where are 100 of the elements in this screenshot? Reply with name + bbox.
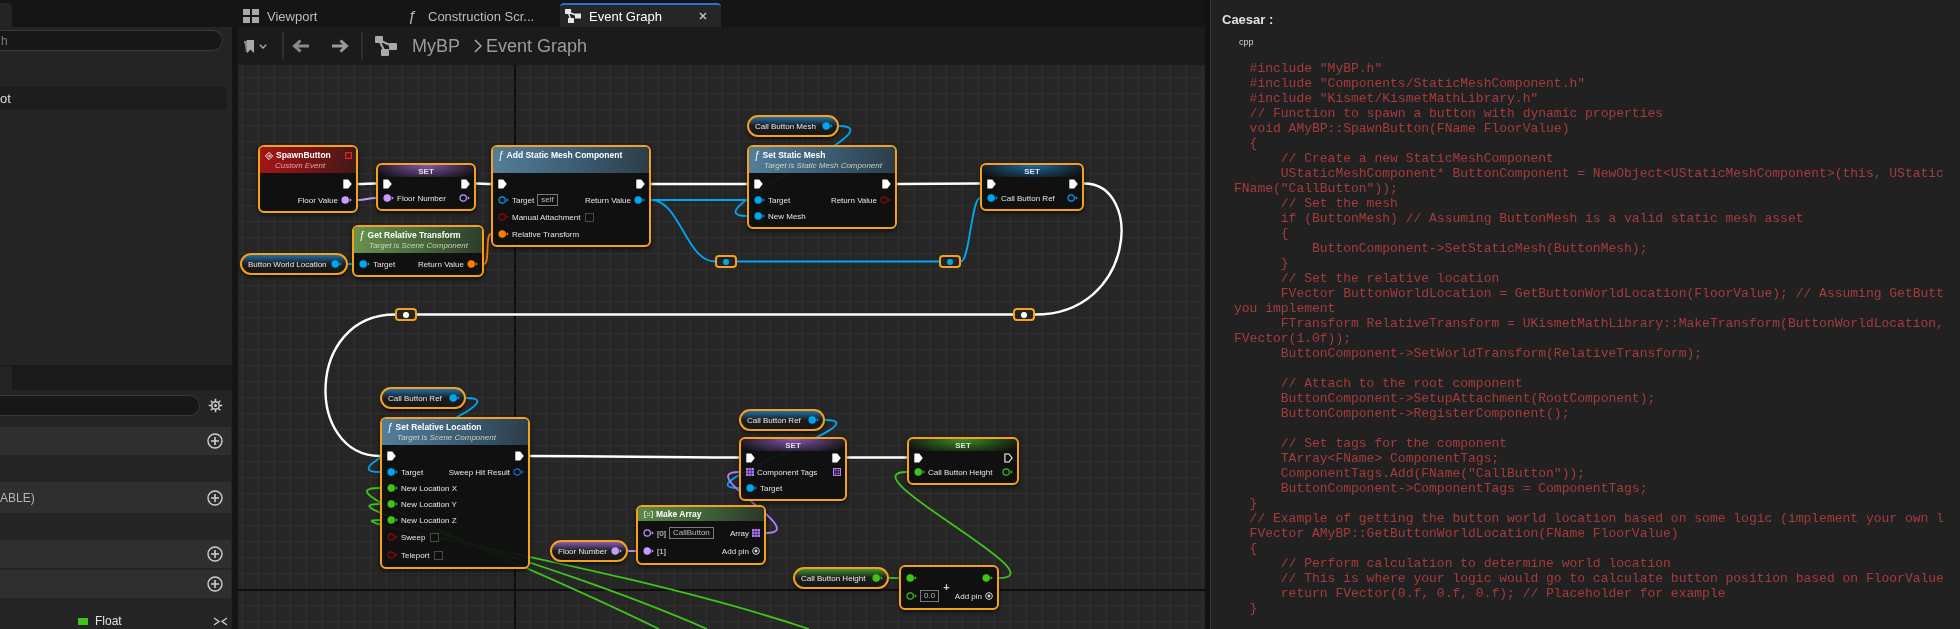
variable-node[interactable]: Call Button Ref <box>380 387 466 409</box>
exec-pin-icon[interactable] <box>461 178 470 189</box>
value-field[interactable]: CallButton <box>668 527 714 539</box>
add-pin-button[interactable]: Add pin <box>954 591 997 601</box>
exec-pin-icon[interactable] <box>746 452 755 463</box>
square-pin-icon[interactable] <box>345 152 352 159</box>
circle-pin-icon[interactable] <box>387 500 398 508</box>
circle-pin-icon[interactable] <box>746 484 757 492</box>
exec-pin-icon[interactable] <box>383 178 392 189</box>
set-node[interactable]: SET Call Button Ref <box>980 163 1084 211</box>
right-arrow-icon[interactable] <box>331 39 349 53</box>
grid-pin-icon[interactable] <box>833 468 841 476</box>
circle-pin-icon[interactable] <box>987 194 998 202</box>
variable-node[interactable]: Floor Number <box>550 540 628 562</box>
bookmark-button[interactable] <box>244 38 267 54</box>
editor-tab[interactable]: Viewport <box>238 3 399 27</box>
exec-pin-icon[interactable] <box>515 451 524 461</box>
value-field[interactable]: self <box>537 194 558 206</box>
circle-pin-icon[interactable] <box>914 468 925 476</box>
circle-pin-icon[interactable] <box>643 529 654 537</box>
circle-pin-icon[interactable] <box>822 122 833 130</box>
exec-pin-icon[interactable] <box>882 179 891 189</box>
grid-pin-icon[interactable] <box>752 529 760 537</box>
circle-pin-icon[interactable] <box>498 230 509 238</box>
make-array-node[interactable]: Make Array [0] CallButton Array [1] Add pin <box>636 505 766 565</box>
circle-pin-icon[interactable] <box>643 547 654 555</box>
circle-pin-icon[interactable] <box>872 574 883 582</box>
circle-pin-icon[interactable] <box>982 574 993 582</box>
pin-label: Call Button Ref <box>1001 193 1055 203</box>
search-field[interactable] <box>0 395 200 416</box>
exec-pin-icon[interactable] <box>832 452 841 463</box>
circle-pin-icon[interactable] <box>611 547 622 555</box>
checkbox[interactable] <box>430 532 440 542</box>
add-node[interactable]: 0.0 + Add pin <box>899 565 999 610</box>
plus-circle-icon[interactable] <box>207 546 223 562</box>
settings-icon[interactable] <box>208 398 223 413</box>
variable-node[interactable]: Call Button Height <box>793 567 889 589</box>
reroute-node[interactable] <box>939 255 961 268</box>
circle-pin-icon[interactable] <box>634 196 645 204</box>
circle-pin-icon[interactable] <box>331 260 342 268</box>
graph-canvas[interactable] <box>238 65 1205 629</box>
circle-pin-icon[interactable] <box>387 484 398 492</box>
circle-pin-icon[interactable] <box>754 196 765 204</box>
circle-pin-icon[interactable] <box>341 196 352 204</box>
section-header[interactable]: ABLE) <box>0 482 231 513</box>
circle-pin-icon[interactable] <box>906 592 917 600</box>
variable-node[interactable]: Button World Location <box>240 253 348 275</box>
circle-pin-icon[interactable] <box>754 212 765 220</box>
circle-pin-icon[interactable] <box>1002 468 1013 476</box>
circle-pin-icon[interactable] <box>387 468 398 476</box>
circle-pin-icon[interactable] <box>387 516 398 524</box>
circle-pin-icon[interactable] <box>459 194 470 202</box>
left-arrow-icon[interactable] <box>292 39 310 53</box>
set-node[interactable]: SET Call Button Height <box>907 437 1019 485</box>
exec-pin-icon[interactable] <box>498 179 507 189</box>
tree-item[interactable]: ot <box>0 87 227 110</box>
function-node[interactable]: ƒ Set Relative Location Target is Scene Component Target Sweep Hit Result New Location X New Location Y New Location Z Sweep Teleport <box>380 417 530 569</box>
circle-pin-icon[interactable] <box>383 194 394 202</box>
reroute-node[interactable] <box>395 308 417 321</box>
add-pin-button[interactable]: Add pin <box>721 546 764 556</box>
exec-pin-icon[interactable] <box>914 452 923 463</box>
circle-pin-icon[interactable] <box>449 394 460 402</box>
value-field[interactable]: 0.0 <box>920 590 940 602</box>
checkbox[interactable] <box>585 212 595 222</box>
circle-pin-icon[interactable] <box>1067 194 1078 202</box>
exec-pin-icon[interactable] <box>343 179 352 189</box>
set-node[interactable]: SET Floor Number <box>376 163 476 211</box>
event-node[interactable]: SpawnButton Custom Event Floor Value <box>258 145 358 213</box>
search-field[interactable]: h <box>0 30 223 51</box>
exec-pin-icon[interactable] <box>1004 452 1013 463</box>
close-icon[interactable] <box>699 12 707 20</box>
function-node[interactable]: ƒ Set Static Mesh Target is Static Mesh Component Target Return Value New Mesh <box>747 145 897 229</box>
editor-tab[interactable]: Event Graph <box>560 3 721 27</box>
function-node[interactable]: ƒ Get Relative Transform Target is Scene Component Target Return Value <box>352 225 484 277</box>
node-title: Make Array <box>656 508 702 520</box>
exec-pin-icon[interactable] <box>636 179 645 189</box>
reroute-node[interactable] <box>715 255 737 268</box>
reroute-node[interactable] <box>1013 308 1035 321</box>
grid-pin-icon[interactable] <box>746 468 754 476</box>
plus-circle-icon[interactable] <box>207 489 223 506</box>
exec-pin-icon[interactable] <box>1069 178 1078 189</box>
function-node[interactable]: ƒ Add Static Mesh Component Target self Return Value Manual Attachment Relative Transform <box>491 145 651 247</box>
breadcrumb-link[interactable]: MyBP <box>412 35 460 57</box>
circle-pin-icon[interactable] <box>808 416 819 424</box>
editor-tab[interactable]: ƒ Construction Scr... <box>399 3 560 27</box>
circle-pin-icon[interactable] <box>906 574 917 582</box>
exec-pin-icon[interactable] <box>754 179 763 189</box>
plus-circle-icon[interactable] <box>207 433 223 449</box>
circle-pin-icon[interactable] <box>513 468 524 476</box>
set-node[interactable]: SET Component Tags Target <box>739 437 847 501</box>
exec-pin-icon[interactable] <box>987 178 996 189</box>
circle-pin-icon[interactable] <box>359 260 370 268</box>
plus-circle-icon[interactable] <box>207 576 223 592</box>
checkbox[interactable] <box>434 550 444 560</box>
variable-node[interactable]: Call Button Ref <box>739 409 825 431</box>
circle-pin-icon[interactable] <box>467 260 478 268</box>
variable-node[interactable]: Call Button Mesh <box>747 115 839 137</box>
exec-pin-icon[interactable] <box>387 451 396 461</box>
circle-pin-icon[interactable] <box>498 196 509 204</box>
chevrons-icon[interactable] <box>213 617 228 626</box>
